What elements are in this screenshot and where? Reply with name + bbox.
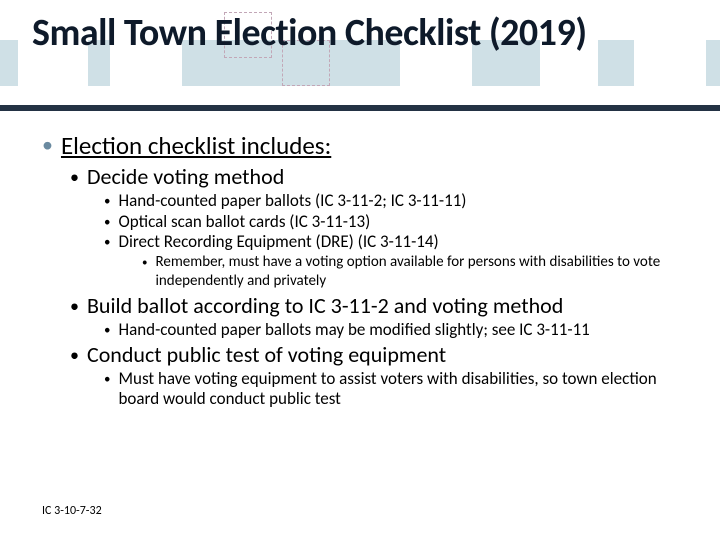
list-heading: Election checklist includes:: [61, 130, 692, 161]
list-text: Conduct public test of voting equipment: [87, 341, 692, 368]
list-text: Build ballot according to IC 3-11-2 and …: [87, 292, 692, 319]
slide-content: • Election checklist includes: • Decide …: [42, 130, 692, 410]
bullet-icon: •: [104, 373, 110, 386]
list-text: Direct Recording Equipment (DRE) (IC 3-1…: [118, 232, 692, 253]
bullet-icon: •: [104, 195, 110, 208]
list-item: • Build ballot according to IC 3-11-2 an…: [70, 292, 692, 319]
list-text: Optical scan ballot cards (IC 3-11-13): [118, 212, 692, 233]
bullet-icon: •: [104, 324, 110, 337]
list-item: • Conduct public test of voting equipmen…: [70, 341, 692, 368]
bullet-icon: •: [104, 236, 110, 249]
footer-citation: IC 3-10-7-32: [42, 504, 102, 518]
bullet-icon: •: [104, 216, 110, 229]
bullet-icon: •: [42, 134, 53, 156]
bullet-icon: •: [70, 168, 79, 186]
list-item: • Remember, must have a voting option av…: [142, 253, 692, 290]
slide-title: Small Town Election Checklist (2019): [32, 10, 700, 56]
list-text: Hand-counted paper ballots (IC 3-11-2; I…: [118, 191, 692, 212]
list-item: • Hand-counted paper ballots may be modi…: [104, 320, 692, 341]
list-text: Remember, must have a voting option avai…: [155, 253, 692, 290]
bullet-icon: •: [70, 346, 79, 364]
bullet-icon: •: [70, 297, 79, 315]
list-item: • Decide voting method: [70, 163, 692, 190]
list-item: • Election checklist includes:: [42, 130, 692, 161]
list-item: • Optical scan ballot cards (IC 3-11-13): [104, 212, 692, 233]
list-text: Must have voting equipment to assist vot…: [118, 369, 692, 410]
list-item: • Hand-counted paper ballots (IC 3-11-2;…: [104, 191, 692, 212]
bullet-icon: •: [142, 257, 147, 268]
list-item: • Must have voting equipment to assist v…: [104, 369, 692, 410]
list-item: • Direct Recording Equipment (DRE) (IC 3…: [104, 232, 692, 253]
list-text: Hand-counted paper ballots may be modifi…: [118, 320, 692, 341]
list-text: Decide voting method: [87, 163, 692, 190]
